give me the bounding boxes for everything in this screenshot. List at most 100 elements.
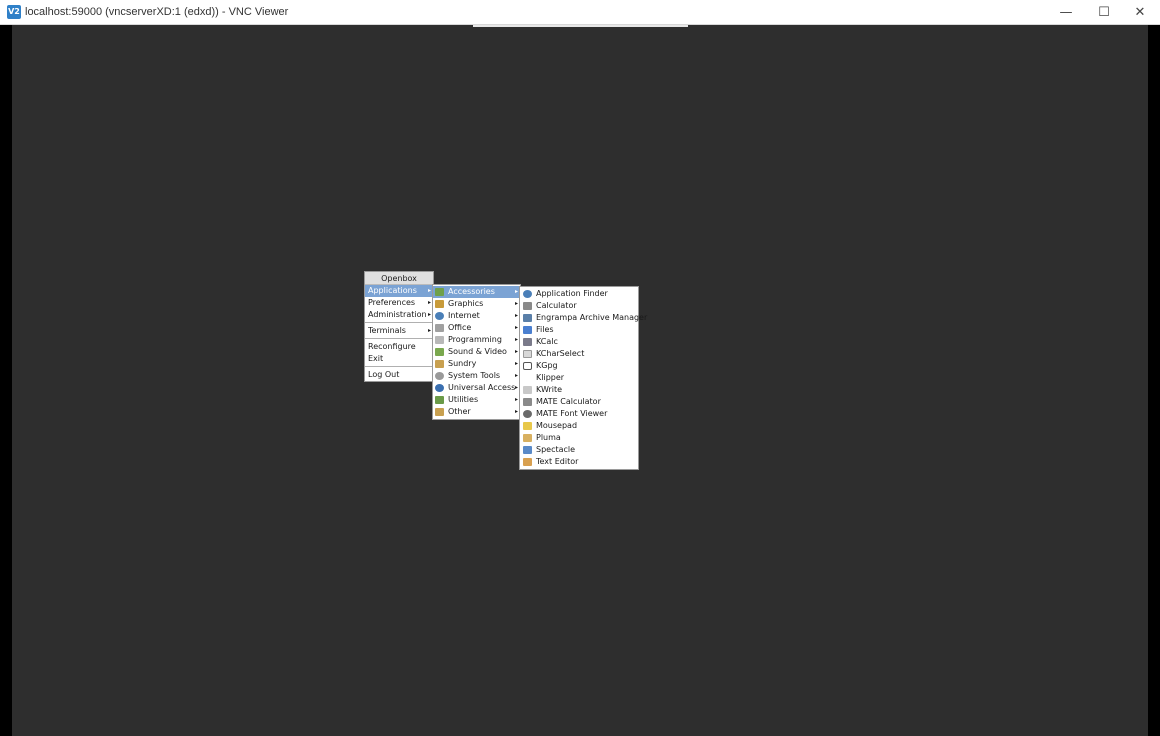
menu-item-reconfigure[interactable]: Reconfigure	[365, 341, 433, 353]
programming-icon	[435, 336, 444, 344]
menu-item-label: Terminals	[368, 326, 406, 335]
menu-item-label: MATE Font Viewer	[536, 409, 608, 418]
submenu-arrow-icon: ▸	[514, 396, 518, 403]
menu-item-text-editor[interactable]: Text Editor	[520, 456, 638, 468]
menu-item-label: Office	[448, 323, 472, 332]
menu-item-label: System Tools	[448, 371, 501, 380]
menu-item-other[interactable]: Other ▸	[433, 406, 520, 418]
menu-title: Openbox	[365, 272, 433, 285]
menu-item-utilities[interactable]: Utilities ▸	[433, 394, 520, 406]
applications-submenu: Accessories ▸ Graphics ▸ Internet ▸ Office ▸…	[432, 284, 521, 420]
archive-icon	[523, 314, 532, 322]
submenu-arrow-icon: ▸	[514, 360, 518, 367]
menu-item-kgpg[interactable]: KGpg	[520, 360, 638, 372]
menu-item-label: Utilities	[448, 395, 479, 404]
menu-item-kcharselect[interactable]: KCharSelect	[520, 348, 638, 360]
menu-item-label: Graphics	[448, 299, 484, 308]
menu-item-engrampa[interactable]: Engrampa Archive Manager	[520, 312, 647, 324]
menu-item-label: Mousepad	[536, 421, 578, 430]
openbox-root-menu: Openbox Applications ▸ Preferences ▸ Admin…	[364, 271, 434, 382]
menu-item-application-finder[interactable]: Application Finder	[520, 288, 638, 300]
menu-item-programming[interactable]: Programming ▸	[433, 334, 520, 346]
vnc-viewer-icon: V2	[7, 5, 21, 19]
menu-item-label: MATE Calculator	[536, 397, 601, 406]
viewer-border-left	[0, 25, 12, 736]
maximize-button[interactable]: ☐	[1086, 0, 1122, 25]
kcharselect-icon	[523, 350, 532, 358]
graphics-icon	[435, 300, 444, 308]
submenu-arrow-icon: ▸	[514, 324, 518, 331]
accessories-submenu: Application Finder Calculator Engrampa A…	[519, 286, 647, 470]
menu-item-applications[interactable]: Applications ▸	[365, 285, 433, 297]
menu-separator	[365, 322, 433, 323]
menu-item-label: Applications	[368, 286, 417, 295]
menu-item-label: Administration	[368, 310, 427, 319]
menu-item-label: Sound & Video	[448, 347, 507, 356]
menu-item-log-out[interactable]: Log Out	[365, 369, 433, 381]
menu-separator	[365, 338, 433, 339]
menu-item-label: Other	[448, 407, 471, 416]
menu-item-label: Calculator	[536, 301, 577, 310]
submenu-arrow-icon: ▸	[514, 408, 518, 415]
system-tools-icon	[435, 372, 444, 380]
menu-item-label: Internet	[448, 311, 480, 320]
submenu-arrow-icon: ▸	[514, 372, 518, 379]
menu-item-klipper[interactable]: Klipper	[520, 372, 638, 384]
menu-item-label: KCharSelect	[536, 349, 585, 358]
menu-item-mousepad[interactable]: Mousepad	[520, 420, 638, 432]
lock-icon	[523, 362, 532, 370]
menu-item-files[interactable]: Files	[520, 324, 638, 336]
menu-item-graphics[interactable]: Graphics ▸	[433, 298, 520, 310]
menu-item-label: Programming	[448, 335, 502, 344]
menu-separator	[365, 366, 433, 367]
menu-item-office[interactable]: Office ▸	[433, 322, 520, 334]
menu-item-mate-calculator[interactable]: MATE Calculator	[520, 396, 638, 408]
menu-item-spectacle[interactable]: Spectacle	[520, 444, 638, 456]
accessibility-icon	[435, 384, 444, 392]
menu-item-preferences[interactable]: Preferences ▸	[365, 297, 433, 309]
menu-item-administration[interactable]: Administration ▸	[365, 309, 433, 321]
menu-item-exit[interactable]: Exit	[365, 353, 433, 365]
sound-video-icon	[435, 348, 444, 356]
menu-item-mate-font-viewer[interactable]: MATE Font Viewer	[520, 408, 638, 420]
menu-item-universal-access[interactable]: Universal Access ▸	[433, 382, 520, 394]
menu-item-label: Text Editor	[536, 457, 579, 466]
close-button[interactable]: ✕	[1122, 0, 1158, 25]
menu-item-label: KGpg	[536, 361, 558, 370]
magnifier-icon	[523, 290, 532, 298]
submenu-arrow-icon: ▸	[514, 312, 518, 319]
minimize-button[interactable]: —	[1048, 0, 1084, 25]
spectacle-icon	[523, 446, 532, 454]
submenu-arrow-icon: ▸	[514, 288, 518, 295]
files-icon	[523, 326, 532, 334]
menu-item-label: KWrite	[536, 385, 563, 394]
menu-item-label: Klipper	[536, 373, 565, 382]
accessories-icon	[435, 288, 444, 296]
menu-item-label: Spectacle	[536, 445, 576, 454]
menu-item-pluma[interactable]: Pluma	[520, 432, 638, 444]
menu-item-sundry[interactable]: Sundry ▸	[433, 358, 520, 370]
menu-item-accessories[interactable]: Accessories ▸	[433, 286, 520, 298]
submenu-arrow-icon: ▸	[514, 348, 518, 355]
menu-item-sound-video[interactable]: Sound & Video ▸	[433, 346, 520, 358]
other-icon	[435, 408, 444, 416]
menu-item-internet[interactable]: Internet ▸	[433, 310, 520, 322]
menu-item-terminals[interactable]: Terminals ▸	[365, 325, 433, 337]
submenu-arrow-icon: ▸	[427, 327, 431, 334]
calculator-icon	[523, 398, 532, 406]
font-viewer-icon	[523, 410, 532, 418]
menu-item-label: Log Out	[368, 370, 400, 379]
menu-item-system-tools[interactable]: System Tools ▸	[433, 370, 520, 382]
menu-item-kcalc[interactable]: KCalc	[520, 336, 638, 348]
viewer-border-right	[1148, 25, 1160, 736]
remote-top-strip	[473, 25, 688, 27]
menu-item-label: Preferences	[368, 298, 416, 307]
utilities-icon	[435, 396, 444, 404]
menu-item-label: KCalc	[536, 337, 558, 346]
menu-item-label: Reconfigure	[368, 342, 416, 351]
office-icon	[435, 324, 444, 332]
menu-item-calculator[interactable]: Calculator	[520, 300, 638, 312]
menu-item-kwrite[interactable]: KWrite	[520, 384, 638, 396]
window-titlebar: V2 localhost:59000 (vncserverXD:1 (edxd)…	[0, 0, 1160, 25]
submenu-arrow-icon: ▸	[514, 300, 518, 307]
